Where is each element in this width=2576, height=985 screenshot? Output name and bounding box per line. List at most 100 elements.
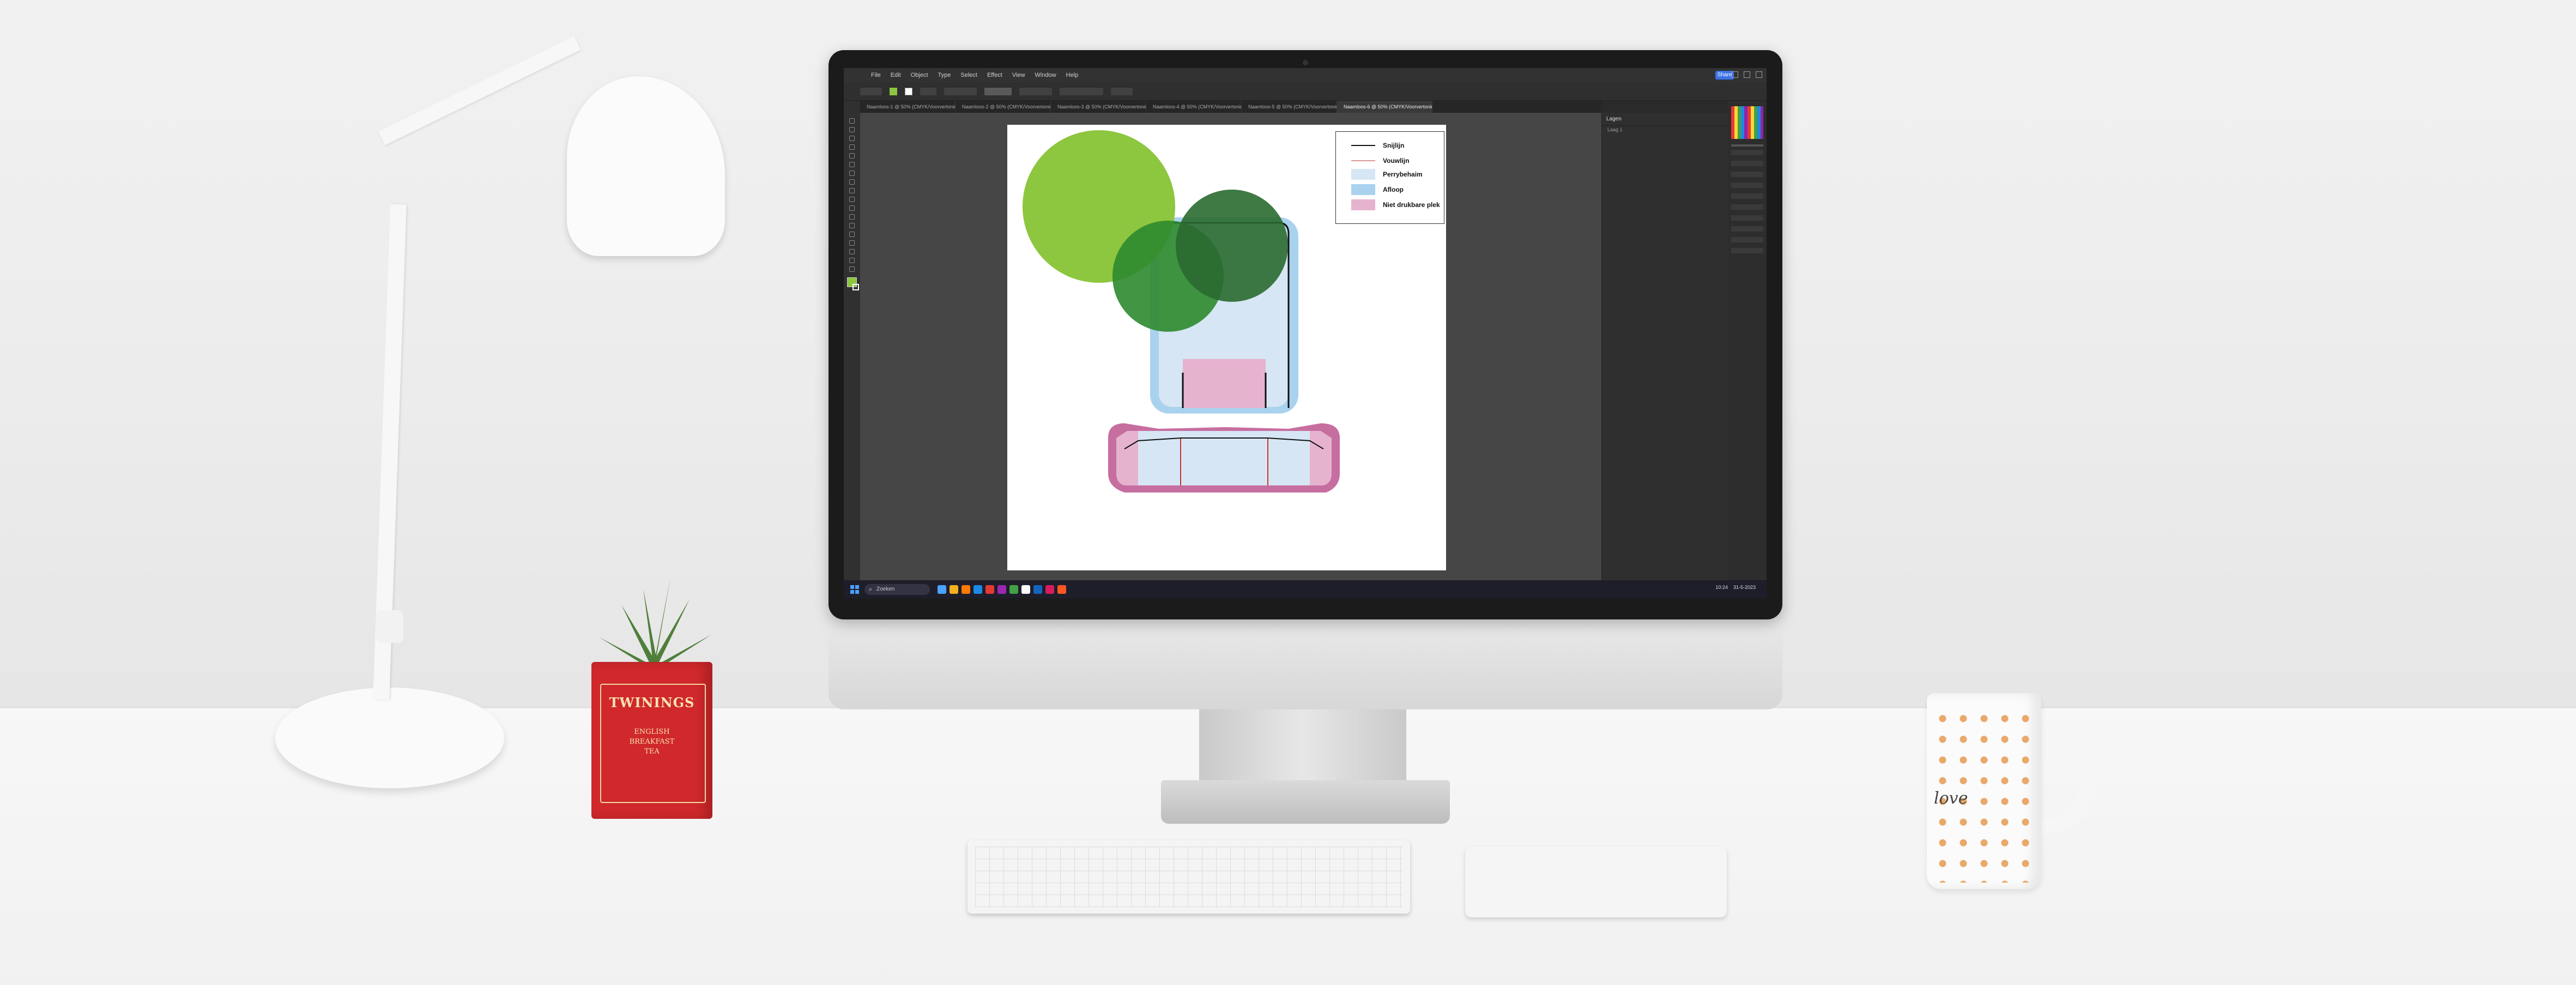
tab-doc-6[interactable]: Naamloos-6 @ 50% (CMYK/Voorvertoning)	[1337, 101, 1432, 113]
legend: Snijlijn Vouwlijn Perrybehaim Afloop Nie…	[1335, 131, 1444, 224]
keyboard	[967, 840, 1410, 914]
minimize-icon[interactable]	[1732, 71, 1738, 78]
share-button[interactable]: Share	[1715, 71, 1734, 80]
outlook-icon[interactable]	[1033, 585, 1042, 594]
taskbar: Zoeken 10:24 31-5-2023	[844, 580, 1767, 598]
tab-doc-3[interactable]: Naamloos-3 @ 50% (CMYK/Voorvertoning)	[1051, 101, 1146, 113]
artboard[interactable]: Snijlijn Vouwlijn Perrybehaim Afloop Nie…	[1007, 125, 1446, 570]
canvas-area[interactable]: Snijlijn Vouwlijn Perrybehaim Afloop Nie…	[860, 113, 1601, 580]
stroke-weight[interactable]	[920, 87, 936, 95]
edge-icon[interactable]	[973, 585, 982, 594]
camera-icon	[1303, 60, 1308, 65]
panel-header	[1601, 101, 1728, 113]
stroke-color-icon[interactable]	[852, 284, 859, 290]
legend-item-bleed: Afloop	[1351, 184, 1404, 195]
menu-effect[interactable]: Effect	[987, 72, 1002, 78]
taskview-icon[interactable]	[938, 585, 946, 594]
tools-panel	[844, 101, 861, 580]
brush-tool-icon[interactable]	[849, 171, 855, 176]
tin-brand: TWININGS	[609, 695, 695, 710]
menu-view[interactable]: View	[1012, 72, 1025, 78]
eyedropper-tool-icon[interactable]	[849, 240, 855, 246]
gradient-tool-icon[interactable]	[849, 232, 855, 237]
tab-doc-2[interactable]: Naamloos-2 @ 50% (CMYK/Voorvertoning)	[956, 101, 1051, 113]
menu-edit[interactable]: Edit	[891, 72, 901, 78]
monitor-foot	[1161, 780, 1450, 824]
preferences-button[interactable]	[1111, 87, 1133, 95]
direct-selection-tool-icon[interactable]	[849, 127, 855, 132]
app-icon[interactable]	[1045, 585, 1054, 594]
lamp-base	[275, 688, 504, 788]
document-setup-button[interactable]	[1060, 87, 1103, 95]
illustrator-icon[interactable]	[962, 585, 970, 594]
trackpad	[1465, 847, 1727, 917]
scale-tool-icon[interactable]	[849, 205, 855, 211]
maximize-icon[interactable]	[1744, 71, 1750, 78]
tray-time[interactable]: 10:24	[1715, 585, 1728, 590]
legend-label: Vouwlijn	[1383, 157, 1410, 165]
system-tray: 10:24 31-5-2023	[1715, 585, 1756, 590]
mug-script-text: love	[1934, 789, 1968, 808]
file-explorer-icon[interactable]	[950, 585, 958, 594]
swatches-panel[interactable]	[1731, 106, 1763, 139]
legend-item-panel: Perrybehaim	[1351, 169, 1423, 180]
stroke-swatch[interactable]	[905, 87, 912, 95]
tin-subtitle: ENGLISH BREAKFAST TEA	[591, 727, 712, 757]
opacity-field[interactable]	[1019, 87, 1052, 95]
window-controls	[1732, 71, 1762, 78]
tray-date[interactable]: 31-5-2023	[1733, 585, 1756, 590]
menu-select[interactable]: Select	[960, 72, 977, 78]
close-icon[interactable]	[1756, 71, 1762, 78]
layer-row[interactable]: Laag 1	[1602, 126, 1728, 133]
legend-swatch	[1351, 160, 1375, 161]
menu-file[interactable]: File	[871, 72, 881, 78]
eraser-tool-icon[interactable]	[849, 188, 855, 193]
line-tool-icon[interactable]	[849, 153, 855, 159]
brush-dropdown[interactable]	[944, 87, 977, 95]
rotate-tool-icon[interactable]	[849, 197, 855, 202]
pencil-tool-icon[interactable]	[849, 179, 855, 185]
align-panel[interactable]	[1731, 150, 1763, 259]
non-printable-area	[1183, 359, 1266, 408]
legend-label: Afloop	[1383, 186, 1404, 193]
monitor-chin	[829, 619, 1782, 709]
succulent-plant	[600, 577, 711, 671]
divider	[1731, 144, 1763, 147]
width-tool-icon[interactable]	[849, 214, 855, 220]
app-icon[interactable]	[1021, 585, 1030, 594]
menu-type[interactable]: Type	[938, 72, 951, 78]
properties-panel	[1728, 101, 1767, 580]
rectangle-tool-icon[interactable]	[849, 162, 855, 167]
legend-label: Niet drukbare plek	[1383, 201, 1440, 209]
app-icon[interactable]	[997, 585, 1006, 594]
app-icon[interactable]	[1009, 585, 1018, 594]
fill-swatch[interactable]	[890, 87, 897, 95]
zoom-tool-icon[interactable]	[849, 266, 855, 272]
taskbar-apps	[938, 585, 1066, 594]
menu-window[interactable]: Window	[1035, 72, 1056, 78]
menu-bar: File Edit Object Type Select Effect View…	[844, 68, 1767, 82]
tab-doc-5[interactable]: Naamloos-5 @ 50% (CMYK/Voorvertoning)	[1242, 101, 1337, 113]
tin-sub-3: TEA	[644, 747, 660, 756]
artboard-tool-icon[interactable]	[849, 249, 855, 254]
pen-tool-icon[interactable]	[849, 136, 855, 141]
selection-tool-icon[interactable]	[849, 118, 855, 124]
hand-tool-icon[interactable]	[849, 258, 855, 263]
menu-object[interactable]: Object	[911, 72, 928, 78]
firefox-icon[interactable]	[1057, 585, 1066, 594]
taskbar-search[interactable]: Zoeken	[864, 583, 930, 595]
shape-builder-tool-icon[interactable]	[849, 223, 855, 228]
windows-start-icon[interactable]	[850, 585, 859, 594]
document-tabs: Naamloos-1 @ 50% (CMYK/Voorvertoning) Na…	[860, 101, 1705, 113]
menu-help[interactable]: Help	[1066, 72, 1079, 78]
type-tool-icon[interactable]	[849, 144, 855, 150]
tab-doc-4[interactable]: Naamloos-4 @ 50% (CMYK/Voorvertoning)	[1146, 101, 1242, 113]
legend-label: Perrybehaim	[1383, 171, 1423, 178]
style-dropdown[interactable]	[984, 87, 1012, 95]
tab-doc-1[interactable]: Naamloos-1 @ 50% (CMYK/Voorvertoning)	[860, 101, 956, 113]
chrome-icon[interactable]	[985, 585, 994, 594]
screen: File Edit Object Type Select Effect View…	[844, 68, 1767, 598]
selection-dropdown[interactable]	[860, 87, 882, 95]
legend-swatch	[1351, 184, 1375, 195]
tin-sub-2: BREAKFAST	[629, 738, 675, 746]
